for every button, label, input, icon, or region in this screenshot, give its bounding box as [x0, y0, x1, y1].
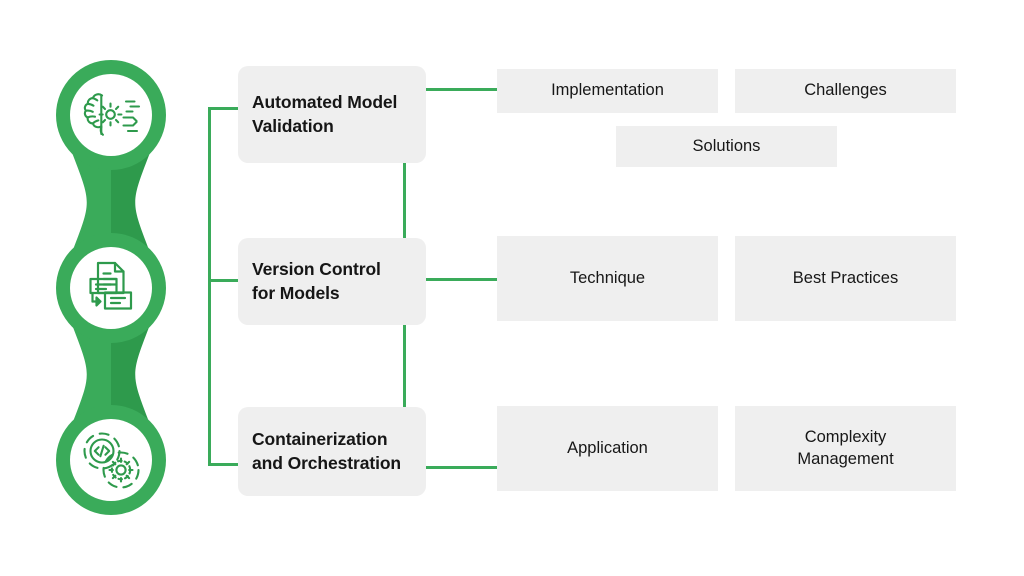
brain-gear-circuit-icon: [70, 74, 152, 156]
trunk-branch-2: [208, 279, 242, 282]
detail-box-best-practices[interactable]: Best Practices: [735, 236, 956, 321]
detail-label: Challenges: [804, 81, 887, 100]
detail-label: Implementation: [551, 81, 664, 100]
trunk-vertical-line: [208, 107, 211, 466]
stage-label: Automated Model Validation: [252, 92, 398, 136]
trunk-branch-3: [208, 463, 242, 466]
chain-link-1: [71, 150, 151, 255]
detail-label: Best Practices: [792, 268, 899, 287]
stage-box-containerization-and-orchestration[interactable]: Containerization and Orchestration: [238, 407, 426, 496]
detail-label: Application: [567, 438, 648, 457]
stage-label: Version Control for Models: [252, 259, 381, 303]
detail-box-implementation[interactable]: Implementation: [497, 69, 718, 113]
code-gear-orchestration-icon: [70, 419, 152, 501]
stage-box-version-control-for-models[interactable]: Version Control for Models: [238, 238, 426, 325]
detail-box-technique[interactable]: Technique: [497, 236, 718, 321]
detail-label: Solutions: [692, 136, 761, 155]
detail-connector-1: [425, 88, 499, 91]
detail-box-application[interactable]: Application: [497, 406, 718, 491]
diagram-canvas: Automated Model Validation Version Contr…: [0, 0, 1024, 576]
detail-box-challenges[interactable]: Challenges: [735, 69, 956, 113]
trunk-branch-1: [208, 107, 242, 110]
detail-box-complexity-management[interactable]: Complexity Management: [735, 406, 956, 491]
stage-spine-2-3: [403, 325, 406, 407]
detail-label: Technique: [569, 268, 646, 287]
detail-box-solutions[interactable]: Solutions: [616, 126, 837, 167]
stage-box-automated-model-validation[interactable]: Automated Model Validation: [238, 66, 426, 163]
detail-connector-2: [425, 278, 499, 281]
chain-link-2: [71, 322, 151, 427]
detail-connector-3: [425, 466, 499, 469]
stage-spine-1-2: [403, 163, 406, 238]
stage-label: Containerization and Orchestration: [252, 429, 402, 473]
detail-label: Complexity Management: [797, 428, 894, 468]
document-versions-icon: [70, 247, 152, 329]
